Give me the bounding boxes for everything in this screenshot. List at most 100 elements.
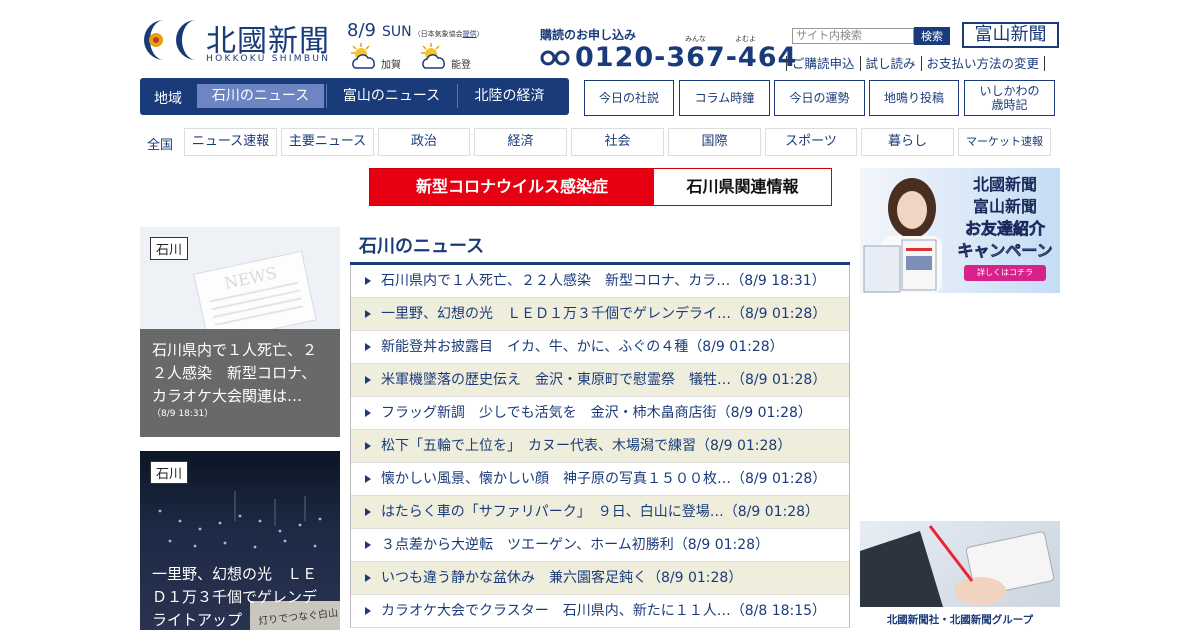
arrow-right-icon: [365, 442, 371, 450]
ad-line: お友達紹介: [964, 219, 1046, 239]
news-headline: 懐かしい風景、懐かしい顔 神子原の写真１５００枚…: [381, 471, 731, 487]
sun-cloud-icon: [421, 43, 445, 69]
arrow-right-icon: [365, 310, 371, 318]
subscribe-label: 購読のお申し込み: [540, 28, 637, 42]
list-item[interactable]: 松下「五輪で上位を」 カヌー代表、木場潟で練習（8/9 01:28）: [351, 430, 849, 463]
corona-banner[interactable]: 新型コロナウイルス感染症 石川県関連情報: [369, 168, 832, 206]
header-links: ご購読申込 試し読み お支払い方法の変更: [786, 56, 1046, 71]
ad-text: 北國新聞 富山新聞 お友達紹介 キャンペーン: [952, 174, 1058, 262]
logo-roman: HOKKOKU SHIMBUN: [206, 54, 331, 64]
list-item[interactable]: 一里野、幻想の光 ＬＥＤ１万３千個でゲレンデライ…（8/9 01:28）: [351, 298, 849, 331]
region-tag: 石川: [150, 461, 189, 484]
ad-line: キャンペーン: [957, 241, 1053, 261]
toyama-shimbun-link[interactable]: 富山新聞: [962, 22, 1059, 48]
list-item[interactable]: カラオケ大会でクラスター 石川県内、新たに１１人…（8/8 18:15）: [351, 595, 849, 628]
search-input[interactable]: [792, 28, 914, 44]
category-all[interactable]: 全国: [147, 134, 173, 153]
arrow-right-icon: [365, 574, 371, 582]
list-item[interactable]: 米軍機墜落の歴史伝え 金沢・東原町で慰霊祭 犠牲…（8/9 01:28）: [351, 364, 849, 397]
category-sports[interactable]: スポーツ: [765, 128, 857, 156]
arrow-right-icon: [365, 607, 371, 615]
subscribe-link[interactable]: ご購読申込: [786, 56, 860, 71]
list-item[interactable]: いつも違う静かな盆休み 兼六園客足鈍く（8/9 01:28）: [351, 562, 849, 595]
region-tag: 石川: [150, 237, 189, 260]
news-headline: 米軍機墜落の歴史伝え 金沢・東原町で慰霊祭 犠牲…: [381, 372, 731, 388]
category-living[interactable]: 暮らし: [861, 128, 954, 156]
sun-cloud-icon: [351, 43, 375, 69]
arrow-right-icon: [365, 541, 371, 549]
news-card[interactable]: NEWS 石川 石川県内で１人死亡、２２人感染 新型コロナ、カラオケ大会関連は……: [140, 227, 340, 437]
news-time: （8/9 18:31）: [730, 273, 826, 289]
trial-link[interactable]: 試し読み: [859, 56, 921, 71]
ad-details-button[interactable]: 詳しくはコチラ: [964, 265, 1046, 281]
section-title: 石川のニュース: [359, 236, 485, 257]
arrow-right-icon: [365, 508, 371, 516]
news-headline: カラオケ大会でクラスター 石川県内、新たに１１人…: [381, 603, 731, 619]
tab-toyama-news[interactable]: 富山のニュース: [326, 84, 456, 108]
news-time: （8/9 01:28）: [731, 372, 827, 388]
editorial-button[interactable]: 今日の社説: [584, 80, 674, 116]
phone-number[interactable]: 0120-367-464: [575, 42, 797, 73]
weather-area: 能登: [451, 60, 471, 71]
horoscope-button[interactable]: 今日の運勢: [774, 80, 865, 116]
corona-banner-left: 新型コロナウイルス感染症: [370, 169, 654, 205]
payment-change-link[interactable]: お支払い方法の変更: [920, 56, 1046, 71]
weather-source-link[interactable]: 提供: [463, 30, 477, 38]
news-headline: フラッグ新調 少しでも活気を 金沢・柿木畠商店街: [381, 405, 717, 421]
column-button[interactable]: コラム時鐘: [679, 80, 770, 116]
arrow-right-icon: [365, 343, 371, 351]
arrow-right-icon: [365, 409, 371, 417]
news-card[interactable]: 灯りでつなぐ白山 石川 一里野、幻想の光 ＬＥＤ１万３千個でゲレンデライトアップ: [140, 451, 340, 630]
weather-area: 加賀: [381, 60, 401, 71]
list-item[interactable]: ３点差から大逆転 ツエーゲン、ホーム初勝利（8/9 01:28）: [351, 529, 849, 562]
category-international[interactable]: 国際: [668, 128, 761, 156]
card-headline: 一里野、幻想の光 ＬＥＤ１万３千個でゲレンデライトアップ: [152, 565, 318, 629]
list-item[interactable]: フラッグ新調 少しでも活気を 金沢・柿木畠商店街（8/9 01:28）: [351, 397, 849, 430]
news-time: （8/9 01:28）: [696, 438, 792, 454]
card-time: （8/9 18:31）: [152, 409, 214, 419]
category-society[interactable]: 社会: [571, 128, 664, 156]
group-ad[interactable]: 北國新聞社・北國新聞グループ: [860, 521, 1060, 630]
free-dial-icon: [540, 50, 570, 66]
news-headline: ３点差から大逆転 ツエーゲン、ホーム初勝利: [381, 537, 674, 553]
search-button[interactable]: 検索: [914, 27, 950, 45]
news-headline: 新能登丼お披露目 イカ、牛、かに、ふぐの４種: [381, 339, 689, 355]
news-headline: いつも違う静かな盆休み 兼六園客足鈍く: [381, 570, 647, 586]
news-list: 石川県内で１人死亡、２２人感染 新型コロナ、カラ…（8/9 18:31） 一里野…: [350, 265, 850, 628]
list-item[interactable]: 新能登丼お披露目 イカ、牛、かに、ふぐの４種（8/9 01:28）: [351, 331, 849, 364]
news-time: （8/9 01:28）: [647, 570, 743, 586]
list-item[interactable]: はたらく車の「サファリパーク」 ９日、白山に登場…（8/9 01:28）: [351, 496, 849, 529]
weather-source: （日本気象協会: [413, 30, 463, 38]
news-headline: 松下「五輪で上位を」 カヌー代表、木場潟で練習: [381, 438, 696, 454]
tab-hokuriku-economy[interactable]: 北陸の経済: [457, 84, 561, 108]
site-logo[interactable]: 北國新聞 HOKKOKU SHIMBUN: [140, 16, 340, 66]
category-top-news[interactable]: 主要ニュース: [281, 128, 374, 156]
seasonal-calendar-button[interactable]: いしかわの 歳時記: [964, 80, 1055, 116]
card-headline: 石川県内で１人死亡、２２人感染 新型コロナ、カラオケ大会関連は…: [152, 341, 318, 405]
news-time: （8/9 01:28）: [673, 537, 770, 553]
ad-caption: 北國新聞社・北國新聞グループ: [886, 614, 1034, 626]
weather-source-end: ）: [476, 30, 484, 38]
category-economy[interactable]: 経済: [474, 128, 567, 156]
category-breaking-news[interactable]: ニュース速報: [184, 128, 277, 156]
weather-kaga[interactable]: 加賀: [347, 42, 407, 72]
category-politics[interactable]: 政治: [378, 128, 470, 156]
news-headline: 石川県内で１人死亡、２２人感染 新型コロナ、カラ…: [381, 273, 731, 289]
list-item[interactable]: 石川県内で１人死亡、２２人感染 新型コロナ、カラ…（8/9 18:31）: [351, 265, 849, 298]
reader-post-button[interactable]: 地鳴り投稿: [869, 80, 959, 116]
weather-noto[interactable]: 能登: [417, 42, 477, 72]
card-caption: 石川県内で１人死亡、２２人感染 新型コロナ、カラオケ大会関連は… （8/9 18…: [140, 329, 340, 437]
region-label: 地域: [154, 91, 182, 107]
arrow-right-icon: [365, 475, 371, 483]
list-item[interactable]: 懐かしい風景、懐かしい顔 神子原の写真１５００枚…（8/9 01:28）: [351, 463, 849, 496]
news-time: （8/9 01:28）: [688, 339, 784, 355]
news-time: （8/9 01:28）: [716, 405, 812, 421]
news-headline: はたらく車の「サファリパーク」 ９日、白山に登場…: [381, 504, 724, 520]
region-nav: 地域 石川のニュース 富山のニュース 北陸の経済: [140, 78, 569, 115]
tab-ishikawa-news[interactable]: 石川のニュース: [197, 84, 324, 108]
news-time: （8/9 01:28）: [723, 504, 820, 520]
arrow-right-icon: [365, 277, 371, 285]
friend-referral-ad[interactable]: 北國新聞 富山新聞 お友達紹介 キャンペーン 詳しくはコチラ: [860, 168, 1060, 293]
category-market[interactable]: マーケット速報: [958, 128, 1051, 156]
news-headline: 一里野、幻想の光 ＬＥＤ１万３千個でゲレンデライ…: [381, 306, 731, 322]
